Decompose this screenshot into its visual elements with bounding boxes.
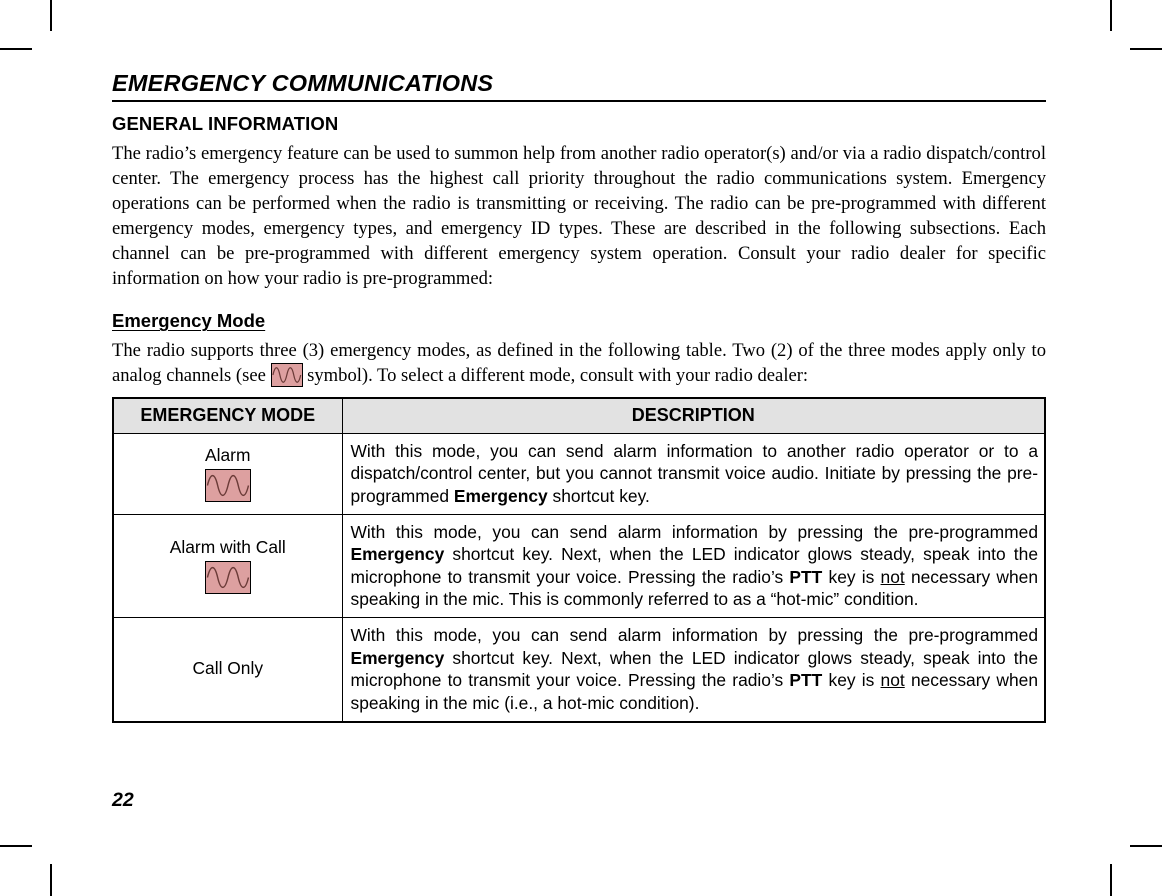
emergency-mode-intro-text-after-symbol: symbol). To select a different mode, con… — [302, 364, 809, 386]
table-cell-description: With this mode, you can send alarm infor… — [341, 617, 1046, 723]
table-cell-description: With this mode, you can send alarm infor… — [341, 432, 1046, 516]
analog-waveform-icon — [270, 362, 303, 387]
crop-mark-top-right-vertical — [1110, 0, 1112, 31]
analog-waveform-icon — [204, 561, 251, 595]
analog-waveform-icon — [204, 469, 251, 503]
mode-name-label: Alarm with Call — [169, 537, 286, 558]
table-cell-mode-name: Alarm with Call — [112, 514, 343, 619]
table-cell-mode-name: Call Only — [112, 617, 343, 723]
description-rich-text: With this mode, you can send alarm infor… — [350, 440, 1039, 506]
crop-mark-top-right-horizontal — [1130, 48, 1162, 50]
description-rich-text: With this mode, you can send alarm infor… — [350, 522, 1039, 610]
crop-mark-top-left-horizontal — [0, 48, 32, 50]
table-row: Alarm With this mode, you can send alarm… — [112, 432, 1046, 516]
chapter-title: EMERGENCY COMMUNICATIONS — [112, 70, 1046, 103]
subsection-heading-emergency-mode: Emergency Mode — [112, 310, 266, 332]
emergency-mode-table: EMERGENCY MODE DESCRIPTION Alarm With th… — [112, 396, 1046, 723]
crop-mark-bottom-right-vertical — [1110, 864, 1112, 896]
table-header-emergency-mode: EMERGENCY MODE — [112, 397, 343, 434]
table-row: Alarm with Call With this mode, you can … — [112, 514, 1046, 619]
emergency-mode-intro-paragraph: The radio supports three (3) emergency m… — [112, 338, 1046, 388]
crop-mark-bottom-left-horizontal — [0, 845, 32, 847]
mode-name-label: Alarm — [205, 444, 251, 465]
table-cell-description: With this mode, you can send alarm infor… — [341, 514, 1046, 619]
page-content: EMERGENCY COMMUNICATIONS GENERAL INFORMA… — [112, 70, 1046, 723]
section-heading-general-information: GENERAL INFORMATION — [112, 113, 339, 135]
crop-mark-bottom-right-horizontal — [1130, 845, 1162, 847]
mode-name-label: Call Only — [192, 658, 264, 679]
table-row: Call Only With this mode, you can send a… — [112, 617, 1046, 723]
crop-mark-top-left-vertical — [50, 0, 52, 31]
table-cell-mode-name: Alarm — [112, 432, 343, 516]
subsection-heading-wrapper: Emergency Mode — [112, 295, 1046, 338]
general-information-paragraph: The radio’s emergency feature can be use… — [112, 143, 1046, 290]
page-number: 22 — [112, 789, 134, 811]
description-rich-text: With this mode, you can send alarm infor… — [350, 625, 1039, 713]
table-header-row: EMERGENCY MODE DESCRIPTION — [112, 397, 1046, 434]
table-body: Alarm With this mode, you can send alarm… — [112, 432, 1046, 723]
table-header-description: DESCRIPTION — [341, 397, 1046, 434]
crop-mark-bottom-left-vertical — [50, 864, 52, 896]
